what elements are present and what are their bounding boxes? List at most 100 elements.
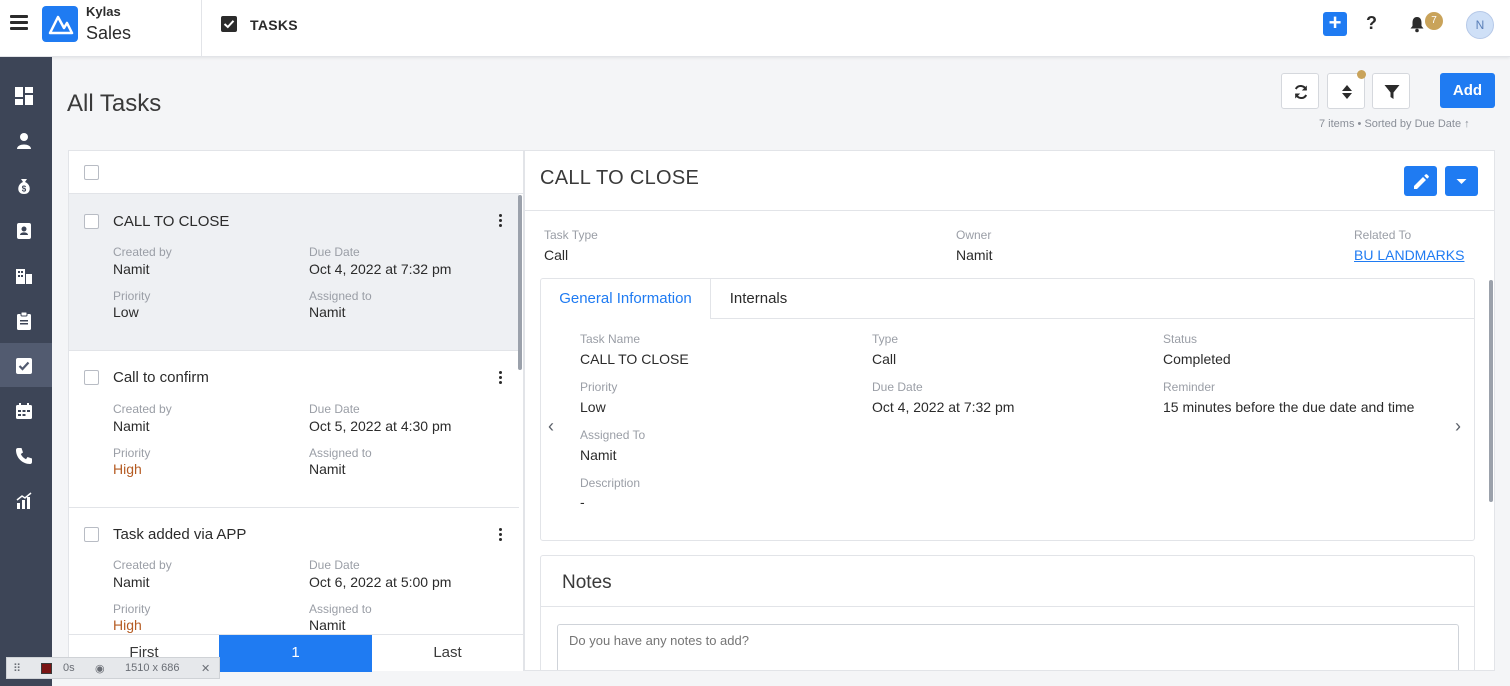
camera-icon[interactable]: ◉ <box>95 662 105 675</box>
priority-label: Priority <box>113 289 151 303</box>
divider <box>711 318 1474 319</box>
task-title[interactable]: Task added via APP <box>113 526 246 543</box>
list-header <box>69 151 523 194</box>
drag-handle-icon[interactable]: ⠿ <box>13 662 21 675</box>
detail-title: CALL TO CLOSE <box>540 167 700 189</box>
due-date-label: Due Date <box>309 558 360 572</box>
detail-scrollbar[interactable] <box>1489 280 1493 502</box>
items-sort-info: 7 items • Sorted by Due Date ↑ <box>1319 118 1470 130</box>
sidebar-item-quotations[interactable] <box>0 298 52 342</box>
type-label: Type <box>872 332 899 346</box>
filter-button[interactable] <box>1372 73 1410 109</box>
more-options-icon[interactable] <box>499 528 503 542</box>
sidebar-item-contacts[interactable] <box>0 208 52 252</box>
current-page-button[interactable]: 1 <box>219 635 372 672</box>
task-checkbox[interactable] <box>84 214 99 229</box>
priority-value: High <box>113 461 142 477</box>
assigned-to-label: Assigned to <box>309 289 372 303</box>
tab-internals[interactable]: Internals <box>711 279 806 319</box>
help-icon[interactable]: ? <box>1366 13 1377 34</box>
record-stop-icon[interactable] <box>41 663 52 674</box>
page-title: All Tasks <box>67 90 162 117</box>
task-type-label: Task Type <box>544 228 598 242</box>
due-date-value: Oct 4, 2022 at 7:32 pm <box>872 399 1015 415</box>
task-card[interactable]: Call to confirm Created by Namit Due Dat… <box>69 351 519 508</box>
owner-value: Namit <box>956 247 993 263</box>
brand-name: Kylas <box>86 4 121 19</box>
sidebar-item-calls[interactable] <box>0 433 52 477</box>
owner-label: Owner <box>956 228 992 242</box>
reminder-label: Reminder <box>1163 380 1216 394</box>
notes-input[interactable] <box>557 624 1459 670</box>
task-detail-panel: CALL TO CLOSE Task Type Call Owner Namit… <box>524 150 1495 671</box>
task-card[interactable]: CALL TO CLOSE Created by Namit Due Date … <box>69 194 519 351</box>
task-name-value: CALL TO CLOSE <box>580 351 689 367</box>
last-page-button[interactable]: Last <box>372 635 523 672</box>
task-checkbox[interactable] <box>84 370 99 385</box>
recorder-toolbar: ⠿ 0s ◉ 1510 x 686 ✕ <box>6 657 220 679</box>
money-bag-icon: $ <box>18 179 30 194</box>
list-scrollbar[interactable] <box>518 195 522 370</box>
assigned-to-value: Namit <box>309 617 346 633</box>
assigned-to-label: Assigned to <box>309 602 372 616</box>
contact-icon <box>17 223 31 239</box>
task-checkbox[interactable] <box>84 527 99 542</box>
created-by-value: Namit <box>113 574 150 590</box>
task-title[interactable]: Call to confirm <box>113 369 209 386</box>
sidebar-item-calendar[interactable] <box>0 388 52 432</box>
sidebar-item-tasks[interactable] <box>0 343 52 387</box>
more-options-icon[interactable] <box>499 371 503 385</box>
created-by-value: Namit <box>113 261 150 277</box>
due-date-label: Due Date <box>872 380 923 394</box>
edit-button[interactable] <box>1404 166 1437 196</box>
assigned-to-value: Namit <box>309 461 346 477</box>
refresh-button[interactable] <box>1281 73 1319 109</box>
sort-indicator-dot <box>1357 70 1366 79</box>
close-icon[interactable]: ✕ <box>201 662 210 675</box>
bell-icon[interactable] <box>1408 15 1426 33</box>
priority-label: Priority <box>113 602 151 616</box>
sidebar-item-companies[interactable] <box>0 253 52 297</box>
chevron-right-icon[interactable]: › <box>1455 416 1461 437</box>
task-type-value: Call <box>544 247 569 263</box>
task-list-panel: CALL TO CLOSE Created by Namit Due Date … <box>68 150 524 671</box>
notes-title: Notes <box>562 572 612 593</box>
svg-text:$: $ <box>22 185 27 194</box>
description-value: - <box>580 494 585 510</box>
divider <box>541 606 1474 607</box>
more-options-icon[interactable] <box>499 214 503 228</box>
dashboard-icon <box>15 87 33 105</box>
sort-icon <box>1342 85 1352 99</box>
sorted-field[interactable]: Due Date <box>1415 118 1461 130</box>
select-all-checkbox[interactable] <box>84 165 99 180</box>
sidebar-item-deals[interactable]: $ <box>0 163 52 207</box>
filter-icon <box>1384 85 1400 99</box>
sidebar: $ <box>0 57 52 686</box>
tab-general-information[interactable]: General Information <box>541 279 711 319</box>
add-task-button[interactable]: Add <box>1440 73 1495 108</box>
items-count: 7 items <box>1319 118 1355 130</box>
sidebar-item-users[interactable] <box>0 118 52 162</box>
user-icon <box>17 133 31 149</box>
due-date-value: Oct 6, 2022 at 5:00 pm <box>309 574 452 590</box>
due-date-value: Oct 4, 2022 at 7:32 pm <box>309 261 452 277</box>
user-avatar[interactable]: N <box>1466 11 1494 39</box>
created-by-label: Created by <box>113 558 172 572</box>
sidebar-item-dashboard[interactable] <box>0 73 52 117</box>
brand-product: Sales <box>86 23 132 43</box>
kylas-logo[interactable] <box>42 6 78 42</box>
sidebar-item-reports[interactable] <box>0 478 52 522</box>
related-to-link[interactable]: BU LANDMARKS <box>1354 247 1464 263</box>
tasks-checkbox-icon <box>221 16 237 32</box>
task-title[interactable]: CALL TO CLOSE <box>113 213 229 230</box>
top-bar: Kylas Sales TASKS + ? 7 N <box>0 0 1510 57</box>
hamburger-menu-icon[interactable] <box>10 15 28 31</box>
tabs-container: General Information Internals ‹ › Task N… <box>540 278 1475 541</box>
due-date-label: Due Date <box>309 402 360 416</box>
quick-add-button[interactable]: + <box>1323 12 1347 36</box>
chevron-left-icon[interactable]: ‹ <box>548 416 554 437</box>
more-actions-dropdown-button[interactable] <box>1445 166 1478 196</box>
due-date-value: Oct 5, 2022 at 4:30 pm <box>309 418 452 434</box>
recorder-time: 0s <box>63 662 75 674</box>
created-by-value: Namit <box>113 418 150 434</box>
